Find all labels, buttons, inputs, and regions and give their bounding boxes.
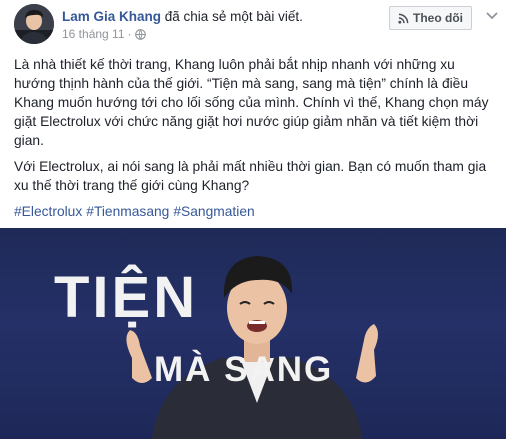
post-paragraph-2: Với Electrolux, ai nói sang là phải mất …: [14, 159, 487, 193]
date-separator: ·: [127, 27, 132, 41]
follow-button-label: Theo dõi: [413, 11, 463, 25]
person-illustration: [126, 256, 378, 439]
post-meta: 16 tháng 11 ·: [62, 27, 146, 41]
hashtag-tienmasang[interactable]: #Tienmasang: [86, 202, 169, 221]
follow-button[interactable]: Theo dõi: [389, 6, 472, 30]
media-title-line-1: TIỆN: [54, 265, 199, 330]
post-paragraph-1: Là nhà thiết kế thời trang, Khang luôn p…: [14, 57, 489, 148]
author-line: Lam Gia Khang đã chia sẻ một bài viết.: [62, 8, 303, 25]
post-body: Là nhà thiết kế thời trang, Khang luôn p…: [14, 55, 494, 221]
facebook-post: Lam Gia Khang đã chia sẻ một bài viết. 1…: [0, 0, 506, 439]
hashtag-list: #Electrolux #Tienmasang #Sangmatien: [14, 202, 494, 221]
globe-icon: [134, 28, 146, 40]
post-date-link[interactable]: 16 tháng 11: [62, 27, 125, 41]
rss-icon: [398, 13, 409, 24]
hashtag-electrolux[interactable]: #Electrolux: [14, 202, 82, 221]
post-header: Lam Gia Khang đã chia sẻ một bài viết. 1…: [14, 4, 500, 44]
chevron-down-icon[interactable]: [484, 8, 500, 24]
post-media-image[interactable]: TIỆN MÀ SANG: [0, 228, 506, 439]
avatar[interactable]: [14, 4, 54, 44]
author-action-text: đã chia sẻ một bài viết.: [164, 9, 303, 24]
author-name-link[interactable]: Lam Gia Khang: [62, 9, 161, 24]
hashtag-sangmatien[interactable]: #Sangmatien: [173, 202, 254, 221]
media-title-line-2: MÀ SANG: [154, 350, 334, 389]
